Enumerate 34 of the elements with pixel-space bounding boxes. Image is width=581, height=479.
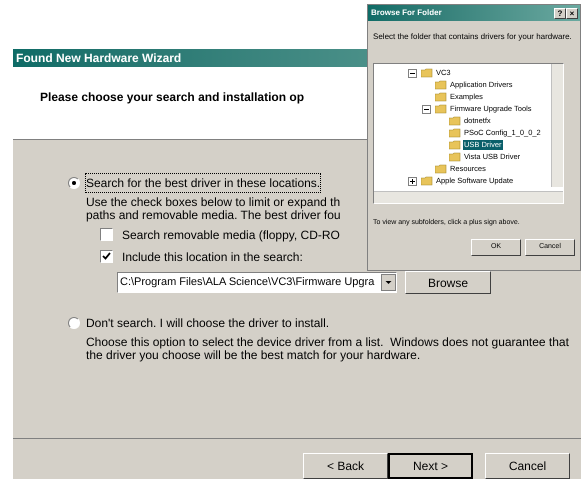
folder-icon <box>435 92 447 102</box>
folder-icon <box>449 152 461 162</box>
window-title: Found New Hardware Wizard <box>16 50 182 67</box>
option-description: Choose this option to select the device driver from a list. Windows does not guarantee that the driver you choose will be the best match for your hardware. <box>86 336 569 362</box>
folder-icon <box>449 128 461 138</box>
dialog-instruction: Select the folder that contains drivers for your hardware. <box>373 31 573 43</box>
checkbox[interactable] <box>100 228 113 241</box>
close-button[interactable]: × <box>566 8 578 18</box>
folder-icon <box>435 164 447 174</box>
help-button[interactable]: ? <box>554 8 566 18</box>
radio-button[interactable] <box>68 317 80 329</box>
back-button[interactable]: < Back <box>303 453 388 479</box>
vertical-scrollbar[interactable] <box>551 64 563 187</box>
folder-icon <box>435 80 447 90</box>
folder-icon <box>449 116 461 126</box>
browse-button[interactable]: Browse <box>405 271 491 294</box>
checkbox-label[interactable]: Search removable media (floppy, CD-RO <box>122 226 340 244</box>
dialog-title: Browse For Folder <box>371 7 443 19</box>
collapse-icon[interactable] <box>408 68 417 78</box>
radio-label[interactable]: Don't search. I will choose the driver to install. <box>86 314 330 332</box>
location-combo-box[interactable]: C:\Program Files\ALA Science\VC3\Firmware Upgra <box>117 272 397 293</box>
folder-icon <box>435 104 447 114</box>
collapse-icon[interactable] <box>422 104 431 114</box>
heading: Please choose your search and installation op <box>40 90 304 104</box>
expand-icon[interactable] <box>408 176 417 186</box>
horizontal-scrollbar[interactable] <box>374 191 563 203</box>
checkbox-label[interactable]: Include this location in the search: <box>122 248 303 266</box>
folder-icon <box>421 176 433 186</box>
cancel-button[interactable]: Cancel <box>485 453 570 479</box>
checkbox[interactable] <box>100 250 113 263</box>
radio-button[interactable] <box>68 177 80 189</box>
radio-label[interactable]: Search for the best driver in these locations. <box>86 174 320 192</box>
next-button[interactable]: Next > <box>388 453 473 479</box>
option-description: Use the check boxes below to limit or expand th paths and removable media. The best driver fou <box>86 196 341 222</box>
